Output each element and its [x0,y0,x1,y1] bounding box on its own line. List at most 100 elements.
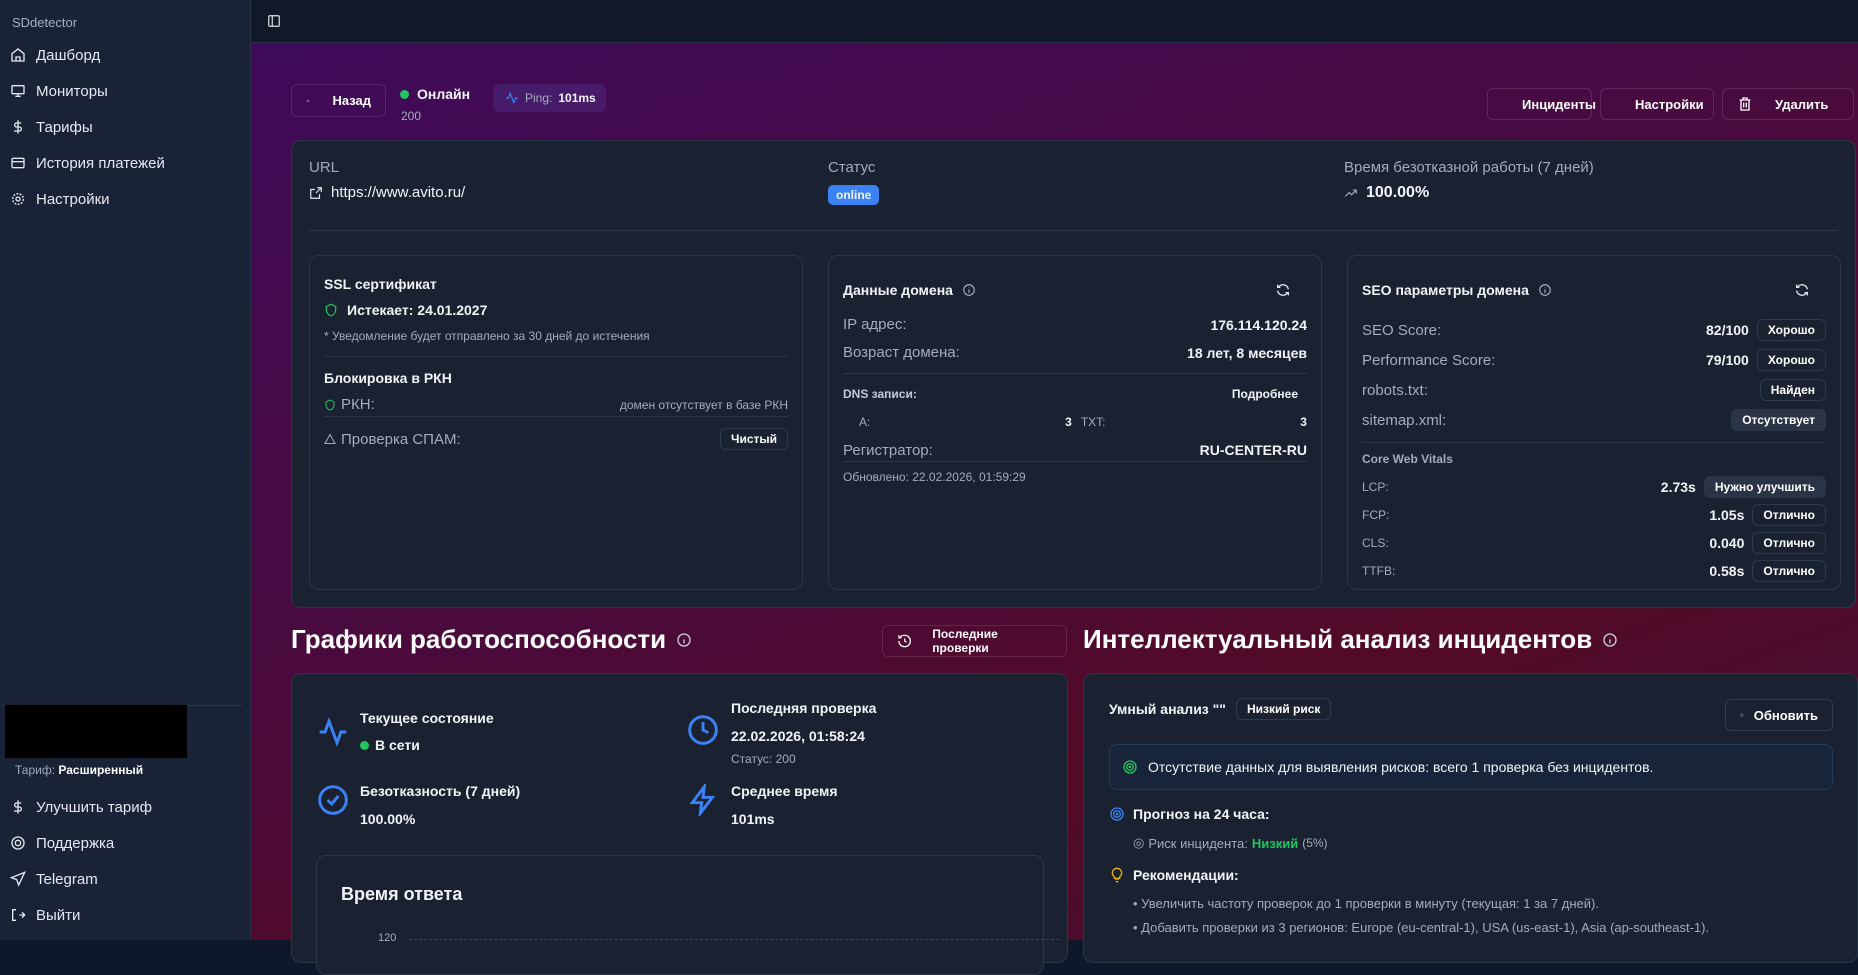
settings-label: Настройки [1635,96,1704,112]
seo-label: Performance Score: [1362,351,1496,369]
current-state: В сети [360,737,420,753]
logout-link[interactable]: Выйти [10,901,80,929]
last-check-status: Статус: 200 [731,752,796,766]
trending-up-icon [1344,189,1357,197]
forecast-heading: Прогноз на 24 часа: [1109,806,1270,822]
seo-title: SEO параметры домена [1362,282,1529,298]
rkn-label: РКН: [341,396,375,413]
refresh-button[interactable]: Обновить [1725,699,1833,731]
ip-label: IP адрес: [843,316,907,333]
credit-card-icon [11,157,25,169]
target-icon: ◎ [1133,835,1145,850]
seo-badge: Хорошо [1756,319,1826,341]
rkn-title: Блокировка в РКН [324,370,452,386]
shield-icon [325,398,335,411]
age-label: Возраст домена: [843,344,960,361]
info-icon[interactable] [676,632,692,648]
nav-label: Улучшить тариф [36,798,152,816]
cwv-value: 2.73s [1660,479,1696,495]
sidebar-item-settings[interactable]: Настройки [10,185,110,213]
url-link[interactable]: https://www.avito.ru/ [309,184,465,201]
dns-more-link[interactable]: Подробнее [1232,387,1298,401]
clock-icon [688,715,718,745]
risk-line: ◎ Риск инцидента: Низкий (5%) [1133,835,1328,851]
gear-icon [12,193,24,205]
divider [309,230,1838,231]
seo-score-row: SEO Score: 82/100 Хорошо [1362,319,1826,341]
cwv-value: 0.58s [1709,563,1745,579]
plan-info: Тариф: Расширенный [15,763,143,777]
online-status: Онлайн [400,86,470,102]
ip-value: 176.114.120.24 [1210,316,1307,333]
incidents-label: Инциденты [1522,96,1596,112]
domain-header: Данные домена [843,282,976,298]
refresh-icon[interactable] [1794,282,1810,298]
sidebar-item-monitors[interactable]: Мониторы [10,77,108,105]
incidents-button[interactable]: Инциденты [1487,88,1596,120]
redacted-user-block [5,705,187,758]
cwv-row: FCP: 1.05s Отлично [1362,504,1826,526]
delete-button[interactable]: Удалить [1722,88,1854,120]
url-value: https://www.avito.ru/ [331,184,466,201]
uptime: 100.00% [1344,184,1429,202]
uptime-label: Время безотказной работы (7 дней) [1344,159,1594,176]
spam-label: Проверка СПАМ: [341,430,461,448]
cwv-label: CLS: [1362,536,1389,550]
analysis-heading: Интеллектуальный анализ инцидентов [1083,624,1618,655]
back-button[interactable]: Назад [291,84,386,117]
url-label: URL [309,159,340,176]
registrar-value: RU-CENTER-RU [1199,442,1307,458]
spam-badge: Чистый [720,428,788,450]
plan-value: Расширенный [58,763,144,777]
a-value: 3 [1065,415,1072,429]
status-text: Онлайн [417,86,471,102]
alert-triangle-icon [324,433,336,444]
telegram-link[interactable]: Telegram [10,865,98,893]
cwv-row: TTFB: 0.58s Отлично [1362,560,1826,582]
risk-label: Риск инцидента: [1148,835,1248,851]
refresh-icon[interactable] [1275,282,1291,298]
cwv-title: Core Web Vitals [1362,452,1453,466]
ssl-expiry: Истекает: 24.01.2027 [324,302,487,318]
refresh-label: Обновить [1753,707,1818,723]
cwv-label: LCP: [1362,480,1389,494]
cwv-label: TTFB: [1362,564,1396,578]
current-state-label: Текущее состояние [360,710,494,726]
settings-button[interactable]: Настройки [1600,88,1714,120]
performance-row: Performance Score: 79/100 Хорошо [1362,349,1826,371]
cwv-row: LCP: 2.73s Нужно улучшить [1362,476,1826,498]
risk-value: Низкий [1251,835,1299,851]
seo-label: robots.txt: [1362,381,1428,399]
response-time-chart: Время ответа 120 [316,855,1059,975]
seo-label: sitemap.xml: [1362,411,1447,429]
status-badge: online [828,185,880,205]
sidebar-toggle-icon[interactable] [267,14,281,28]
avg-time-value: 101ms [731,811,775,827]
recent-checks-button[interactable]: Последние проверки [882,625,1067,657]
robots-row: robots.txt: Найден [1362,379,1826,401]
target-icon [1123,760,1137,774]
uptime-value: 100.00% [1366,184,1430,201]
info-icon[interactable] [962,283,976,297]
sidebar-item-tariffs[interactable]: Тарифы [10,113,93,141]
charts-heading: Графики работоспособности [291,624,692,655]
charts-card: Текущее состояние В сети Последняя прове… [291,673,1068,975]
logout-icon [12,909,26,921]
sitemap-row: sitemap.xml: Отсутствует [1362,409,1826,431]
info-icon[interactable] [1538,283,1552,297]
support-link[interactable]: Поддержка [10,829,114,857]
nav-label: Выйти [36,906,81,924]
upgrade-plan-link[interactable]: Улучшить тариф [10,793,152,821]
target-icon [1110,807,1124,821]
back-label: Назад [332,93,371,108]
ssl-card: SSL сертификат Истекает: 24.01.2027 * Ув… [309,255,803,590]
analysis-card: Умный анализ "" Низкий риск Обновить Отсу… [1083,673,1858,963]
sidebar-item-dashboard[interactable]: Дашборд [10,41,100,69]
seo-header: SEO параметры домена [1362,282,1552,298]
divider [843,373,1307,374]
sidebar-item-payments[interactable]: История платежей [10,149,165,177]
info-icon[interactable] [1602,632,1618,648]
registrar-row: Регистратор: RU-CENTER-RU [843,439,1307,462]
smart-analysis-label: Умный анализ "" [1109,701,1226,717]
dns-label: DNS записи: [843,387,917,401]
